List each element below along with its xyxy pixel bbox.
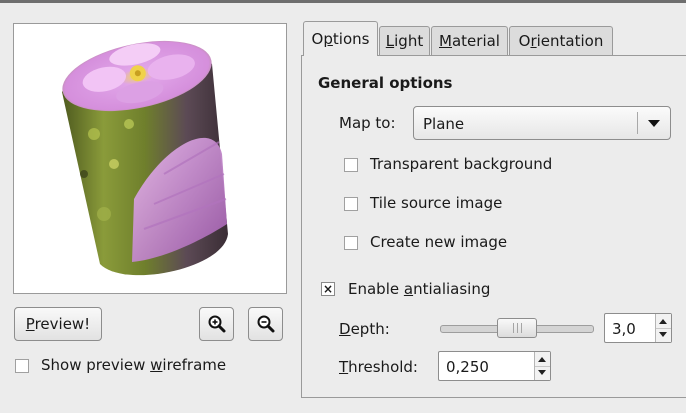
show-wireframe-label[interactable]: Show preview wireframe xyxy=(41,356,226,374)
create-new-image-checkbox[interactable] xyxy=(344,236,358,250)
enable-antialiasing-label[interactable]: Enable antialiasing xyxy=(348,280,490,298)
spin-divider xyxy=(535,366,550,367)
general-options-heading: General options xyxy=(318,74,453,92)
show-wireframe-checkbox[interactable] xyxy=(15,359,29,373)
threshold-label: Threshold: xyxy=(339,358,418,376)
zoom-out-icon xyxy=(257,315,274,333)
slider-grip xyxy=(513,323,514,333)
map-to-value: Plane xyxy=(423,115,465,133)
spin-up-icon[interactable] xyxy=(538,357,546,362)
dropdown-separator xyxy=(637,112,638,134)
tile-source-image-checkbox[interactable] xyxy=(344,197,358,211)
spin-divider xyxy=(656,328,671,329)
tab-material[interactable]: Material xyxy=(431,26,508,55)
depth-slider-handle[interactable] xyxy=(497,318,537,338)
threshold-spin-buttons[interactable] xyxy=(534,352,550,380)
window-top-border xyxy=(0,0,686,3)
depth-label: Depth: xyxy=(339,320,390,338)
slider-grip xyxy=(521,323,522,333)
depth-value: 3,0 xyxy=(612,320,636,338)
threshold-value: 0,250 xyxy=(446,358,489,376)
slider-grip xyxy=(517,323,518,333)
zoom-in-icon xyxy=(208,315,225,333)
spin-down-icon[interactable] xyxy=(538,370,546,375)
depth-spinbutton[interactable]: 3,0 xyxy=(604,313,672,343)
tab-options[interactable]: Op tions xyxy=(303,21,378,56)
zoom-in-button[interactable] xyxy=(199,307,234,341)
depth-spin-buttons[interactable] xyxy=(655,314,671,342)
chevron-down-icon xyxy=(648,120,660,127)
preview-canvas xyxy=(13,23,287,294)
zoom-out-button[interactable] xyxy=(248,307,283,341)
preview-button[interactable]: Preview! xyxy=(14,307,102,341)
transparent-background-checkbox[interactable] xyxy=(344,158,358,172)
spin-down-icon[interactable] xyxy=(659,332,667,337)
threshold-spinbutton[interactable]: 0,250 xyxy=(438,351,551,381)
tile-source-image-label[interactable]: Tile source image xyxy=(370,194,502,212)
spin-up-icon[interactable] xyxy=(659,319,667,324)
tab-light[interactable]: Light xyxy=(379,26,430,55)
create-new-image-label[interactable]: Create new image xyxy=(370,233,507,251)
cylinder-preview-image xyxy=(62,40,228,276)
map-to-label: Map to: xyxy=(339,114,396,132)
preview-button-label: Preview! xyxy=(25,315,91,333)
enable-antialiasing-checkbox[interactable]: × xyxy=(321,282,335,296)
map-to-dropdown[interactable]: Plane xyxy=(413,106,671,140)
tab-orientation[interactable]: Or ientation xyxy=(509,26,613,55)
transparent-background-label[interactable]: Transparent background xyxy=(370,155,552,173)
